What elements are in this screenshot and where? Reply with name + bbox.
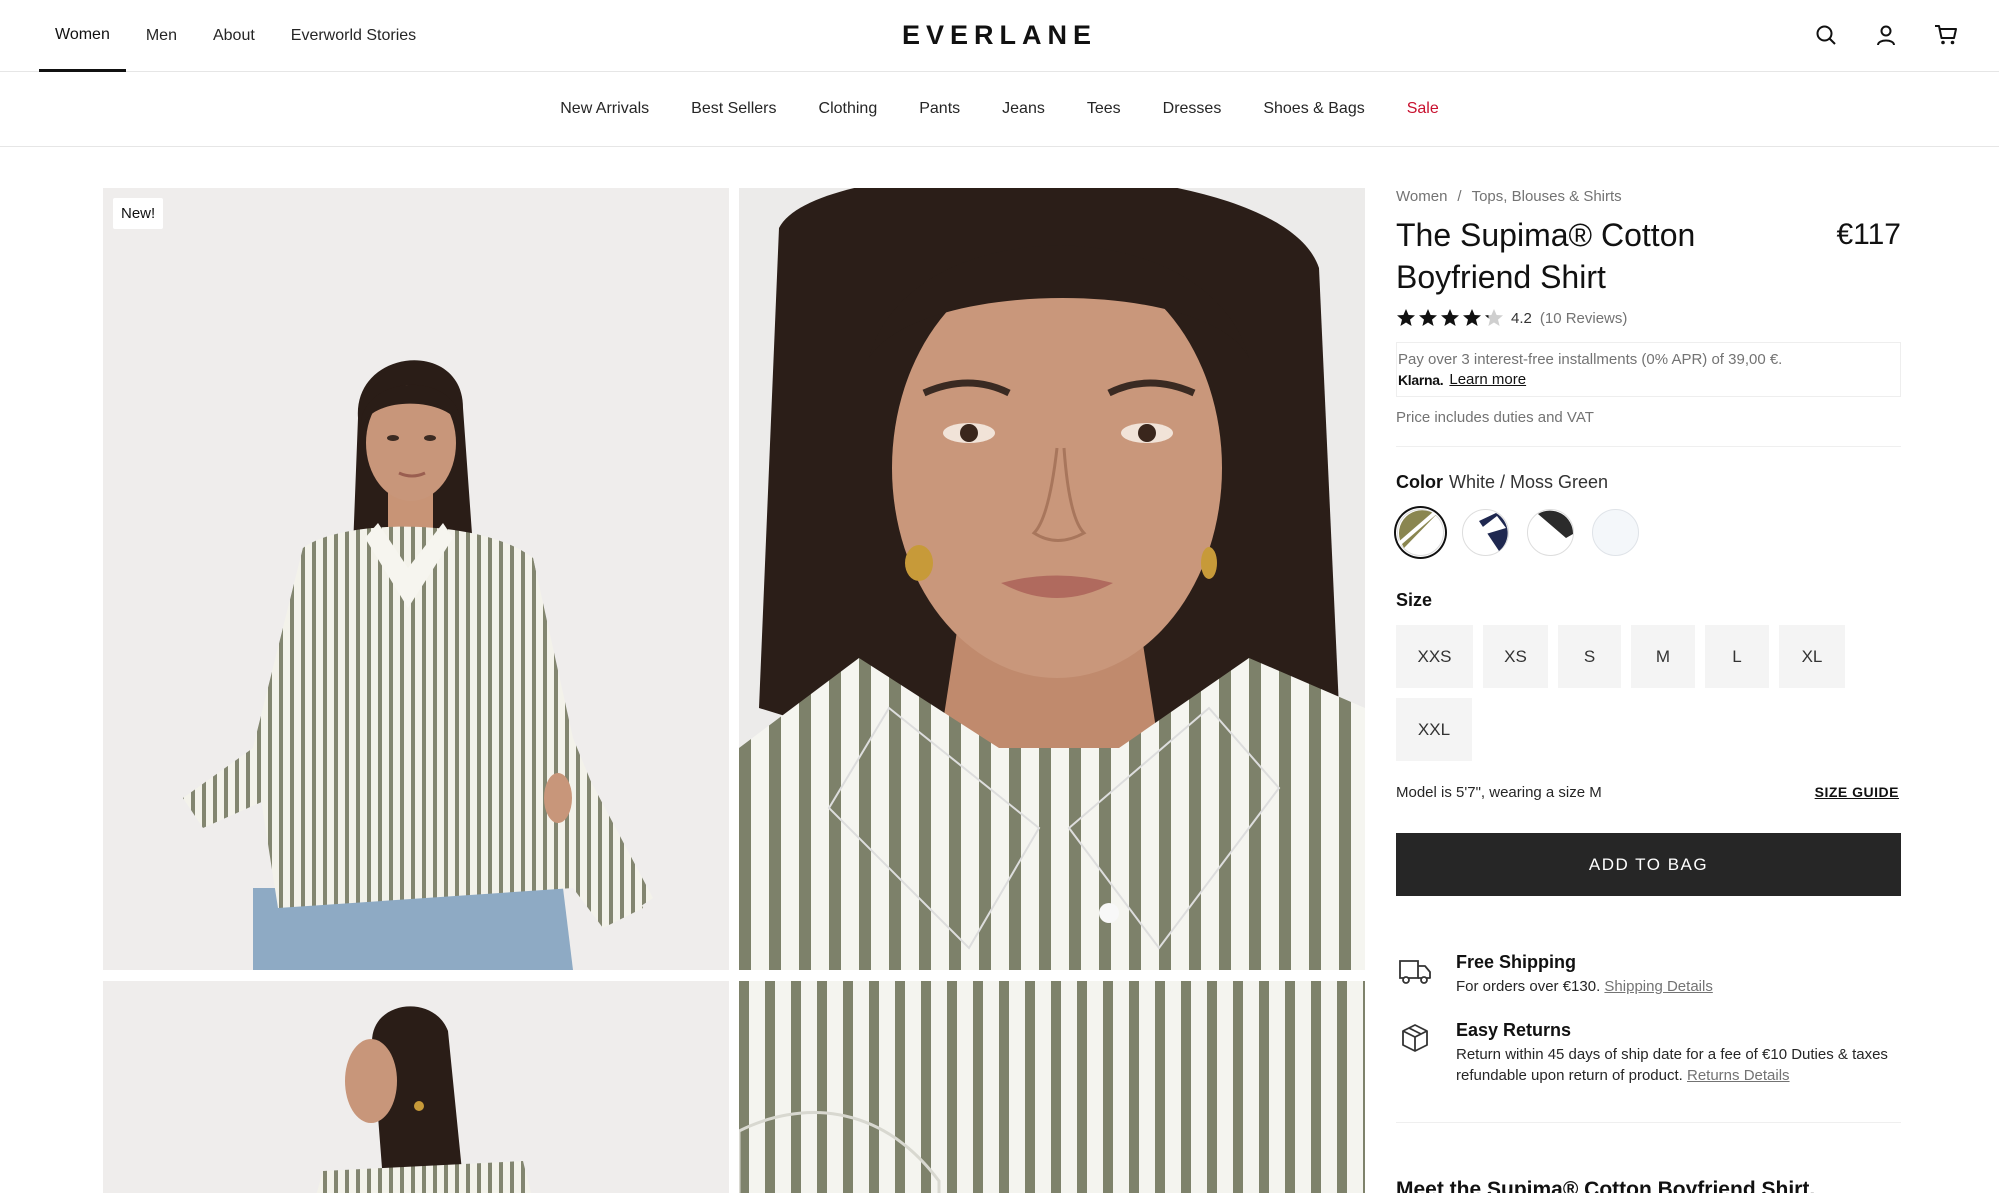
size-xxl[interactable]: XXL [1396,698,1472,761]
breadcrumb-women[interactable]: Women [1396,188,1447,208]
klarna-logo: Klarna. [1398,372,1444,388]
star-icon [1463,309,1481,326]
search-icon[interactable] [1811,20,1841,50]
color-value: White / Moss Green [1449,472,1609,492]
returns-details-link[interactable]: Returns Details [1687,1067,1790,1084]
returns-info: Easy Returns Return within 45 days of sh… [1396,1019,1901,1086]
category-pants[interactable]: Pants [898,100,981,118]
category-dresses[interactable]: Dresses [1142,100,1243,118]
truck-icon [1396,951,1434,989]
rating[interactable]: 4.2 (10 Reviews) [1396,306,1901,330]
nav-women[interactable]: Women [39,0,126,72]
category-tees[interactable]: Tees [1066,100,1142,118]
reviews-link[interactable]: (10 Reviews) [1540,310,1628,327]
category-shoes-bags[interactable]: Shoes & Bags [1242,100,1385,118]
size-s[interactable]: S [1558,625,1621,688]
shipping-text: For orders over €130. [1456,978,1601,995]
shipping-title: Free Shipping [1456,952,1577,972]
cart-icon[interactable] [1931,20,1961,50]
nav-men[interactable]: Men [130,0,193,72]
product-price: €117 [1836,218,1901,251]
category-sale[interactable]: Sale [1386,100,1460,118]
category-clothing[interactable]: Clothing [798,100,899,118]
klarna-learn-more-link[interactable]: Learn more [1449,370,1526,390]
shipping-info: Free Shipping For orders over €130. Ship… [1396,951,1901,997]
meet-heading: Meet the Supima® Cotton Boyfriend Shirt. [1396,1178,1816,1193]
category-best-sellers[interactable]: Best Sellers [670,100,797,118]
color-swatches [1396,508,1901,557]
rating-stars [1396,308,1504,328]
new-badge: New! [113,198,164,229]
divider [1396,1122,1901,1123]
klarna-box: Pay over 3 interest-free installments (0… [1396,342,1901,397]
color-label: Color [1396,472,1443,492]
breadcrumb: Women / Tops, Blouses & Shirts [1396,188,1901,208]
product-image-detail[interactable] [739,981,1365,1193]
nav-everworld-stories[interactable]: Everworld Stories [275,0,432,72]
product-gallery: New! [103,188,1365,1193]
size-options: XXS XS S M L XL XXL [1396,625,1876,761]
swatch-white-moss-green[interactable] [1396,508,1445,557]
model-note: Model is 5'7", wearing a size M [1396,783,1602,801]
swatch-white-navy[interactable] [1461,508,1510,557]
klarna-text: Pay over 3 interest-free installments (0… [1398,351,1783,368]
returns-title: Easy Returns [1456,1020,1572,1040]
add-to-bag-button[interactable]: ADD TO BAG [1396,833,1901,896]
shipping-details-link[interactable]: Shipping Details [1604,978,1712,995]
size-guide-link[interactable]: SIZE GUIDE [1815,784,1899,800]
size-label: Size [1396,590,1433,610]
top-header: Women Men About Everworld Stories EVERLA… [0,0,1999,72]
box-icon [1396,1019,1434,1057]
star-icon [1419,309,1437,326]
category-nav: New Arrivals Best Sellers Clothing Pants… [0,72,1999,147]
breadcrumb-separator: / [1457,188,1462,205]
title-row: The Supima® Cotton Boyfriend Shirt €117 [1396,214,1901,298]
breadcrumb-tops[interactable]: Tops, Blouses & Shirts [1472,188,1622,208]
star-icon [1397,309,1415,326]
category-jeans[interactable]: Jeans [981,100,1066,118]
swatch-white-black[interactable] [1526,508,1575,557]
brand-logo[interactable]: EVERLANE [902,20,1097,50]
swatch-white[interactable] [1591,508,1640,557]
product-image-front[interactable]: New! [103,188,729,970]
model-row: Model is 5'7", wearing a size M SIZE GUI… [1396,781,1901,803]
duties-note: Price includes duties and VAT [1396,409,1594,426]
star-half-icon [1485,309,1503,326]
utility-nav [1811,20,1961,50]
size-m[interactable]: M [1631,625,1695,688]
size-l[interactable]: L [1705,625,1769,688]
star-icon [1441,309,1459,326]
product-image-side[interactable] [103,981,729,1193]
rating-value: 4.2 [1511,309,1532,327]
product-image-closeup[interactable] [739,188,1365,970]
product-details: Women / Tops, Blouses & Shirts The Supim… [1396,188,1901,1193]
product-title: The Supima® Cotton Boyfriend Shirt [1396,217,1696,295]
category-new-arrivals[interactable]: New Arrivals [539,100,670,118]
size-xl[interactable]: XL [1779,625,1845,688]
color-row: Color White / Moss Green [1396,472,1901,496]
divider [1396,446,1901,447]
size-xs[interactable]: XS [1483,625,1548,688]
gender-nav: Women Men About Everworld Stories [39,0,432,72]
size-xxs[interactable]: XXS [1396,625,1473,688]
account-icon[interactable] [1871,20,1901,50]
nav-about[interactable]: About [197,0,271,72]
returns-text: Return within 45 days of ship date for a… [1456,1046,1888,1084]
